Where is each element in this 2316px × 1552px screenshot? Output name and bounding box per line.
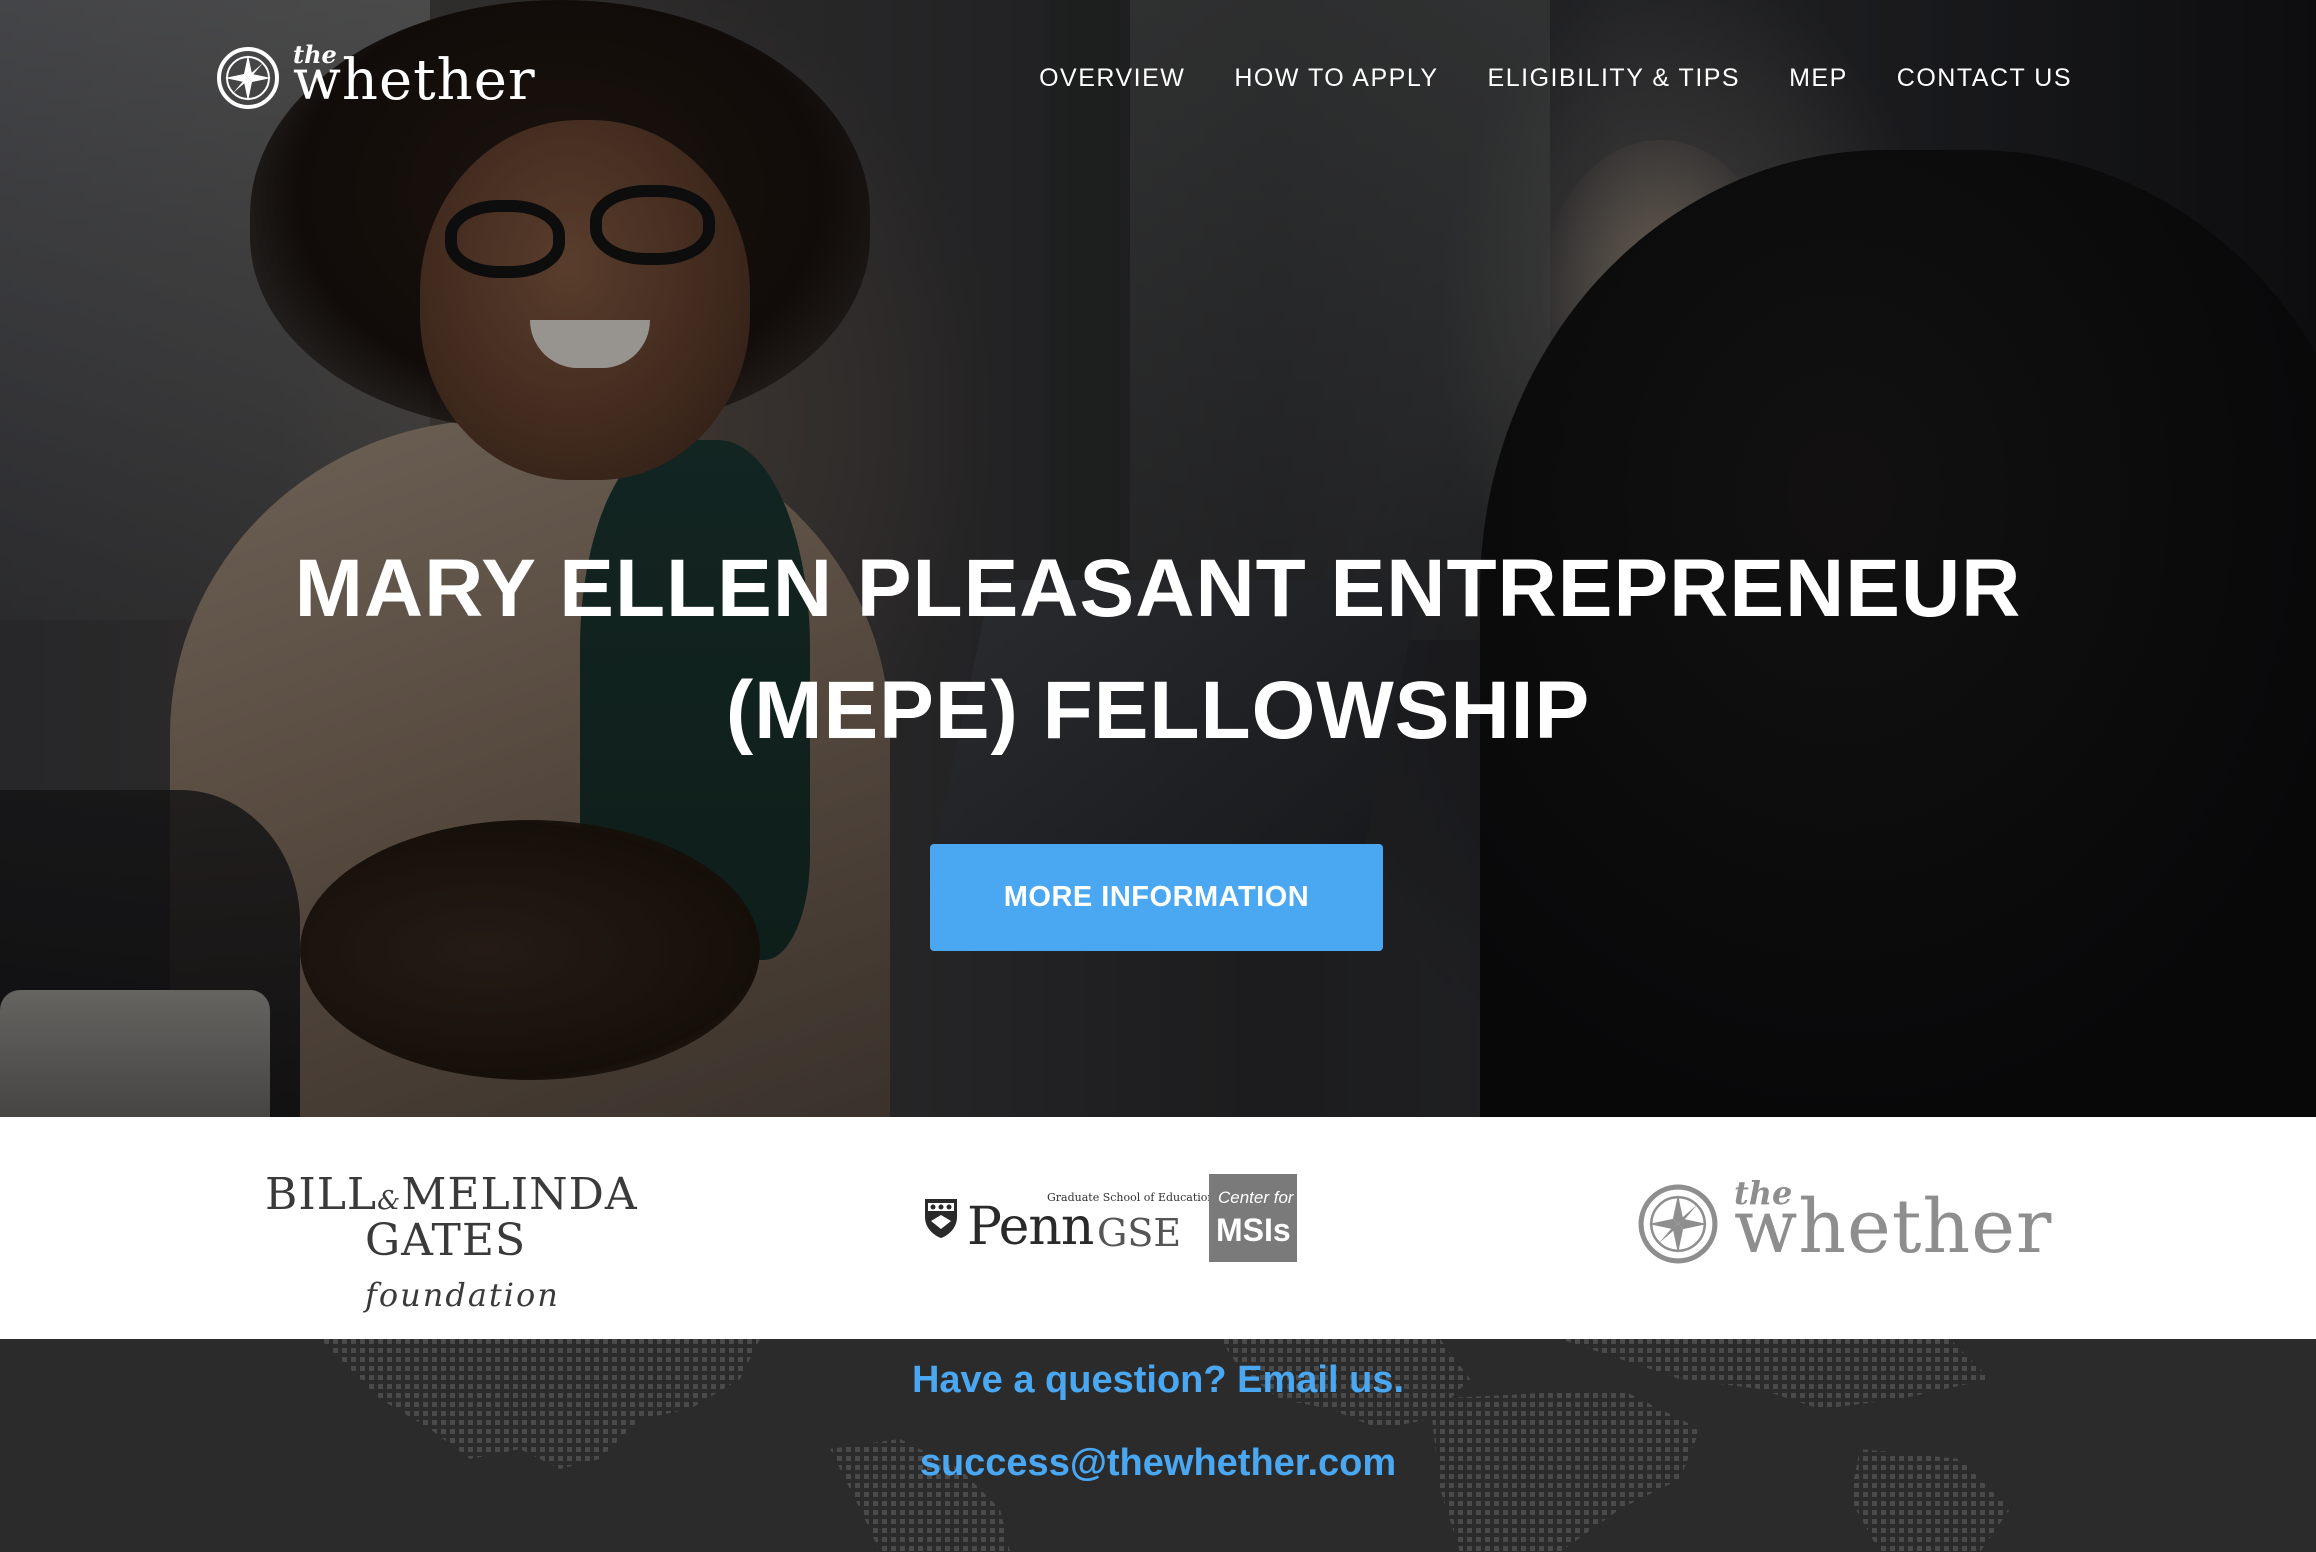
more-information-button[interactable]: MORE INFORMATION — [930, 844, 1383, 951]
hero-headline: MARY ELLEN PLEASANT ENTREPRENEUR (MEPE) … — [0, 528, 2316, 772]
nav-contact-us[interactable]: CONTACT US — [1897, 64, 2072, 93]
compass-icon — [1638, 1184, 1718, 1264]
main-nav: OVERVIEW HOW TO APPLY ELIGIBILITY & TIPS… — [1039, 64, 2072, 93]
msi-label: MSIs — [1216, 1212, 1291, 1248]
nav-how-to-apply[interactable]: HOW TO APPLY — [1234, 64, 1438, 93]
hero-section: the whether OVERVIEW HOW TO APPLY ELIGIB… — [0, 0, 2316, 1117]
penn-gse: GSE — [1097, 1211, 1182, 1255]
penn-wordmark: Graduate School of Education Penn GSE — [967, 1183, 1214, 1257]
hero-headline-line1: MARY ELLEN PLEASANT ENTREPRENEUR — [294, 543, 2022, 634]
whether-logo-word: whether — [1734, 1184, 2053, 1270]
msi-center-for: Center for — [1218, 1188, 1294, 1207]
logo-wordmark: the whether — [293, 38, 553, 118]
hero-headline-line2: (MEPE) FELLOWSHIP — [725, 665, 1591, 756]
gates-line2: GATES foundation — [365, 1215, 685, 1317]
contact-question: Have a question? Email us. — [911, 1359, 1405, 1401]
msi-badge: Center for MSIs — [1209, 1174, 1297, 1262]
gates-foundation: foundation — [365, 1276, 560, 1314]
whether-logo-gray[interactable]: the whether — [1636, 1169, 2054, 1279]
nav-eligibility-tips[interactable]: ELIGIBILITY & TIPS — [1488, 64, 1741, 93]
compass-icon — [217, 47, 279, 109]
whether-logo-wordmark: the whether — [1734, 1174, 2054, 1274]
penn-word: Penn — [967, 1197, 1094, 1257]
gates-bill: BILL — [265, 1169, 378, 1220]
site-logo[interactable]: the whether — [215, 38, 553, 118]
gates-melinda: MELINDA — [401, 1169, 638, 1220]
gates-line1: BILL&MELINDA — [265, 1169, 638, 1220]
gates-ampersand: & — [377, 1186, 402, 1216]
logo-whether: whether — [293, 48, 536, 113]
contact-footer: Have a question? Email us. success@thewh… — [0, 1339, 2316, 1552]
nav-overview[interactable]: OVERVIEW — [1039, 64, 1185, 93]
penn-shield-icon — [925, 1199, 957, 1238]
partner-logos: BILL&MELINDA GATES foundation Graduate S… — [0, 1117, 2316, 1339]
gates-gates: GATES — [365, 1215, 527, 1266]
contact-email-link[interactable]: success@thewhether.com — [0, 1442, 2316, 1485]
penn-gse-msi-logo[interactable]: Graduate School of Education Penn GSE Ce… — [923, 1173, 1297, 1263]
gates-foundation-logo[interactable]: BILL&MELINDA GATES foundation — [265, 1169, 685, 1314]
nav-mep[interactable]: MEP — [1789, 64, 1848, 93]
